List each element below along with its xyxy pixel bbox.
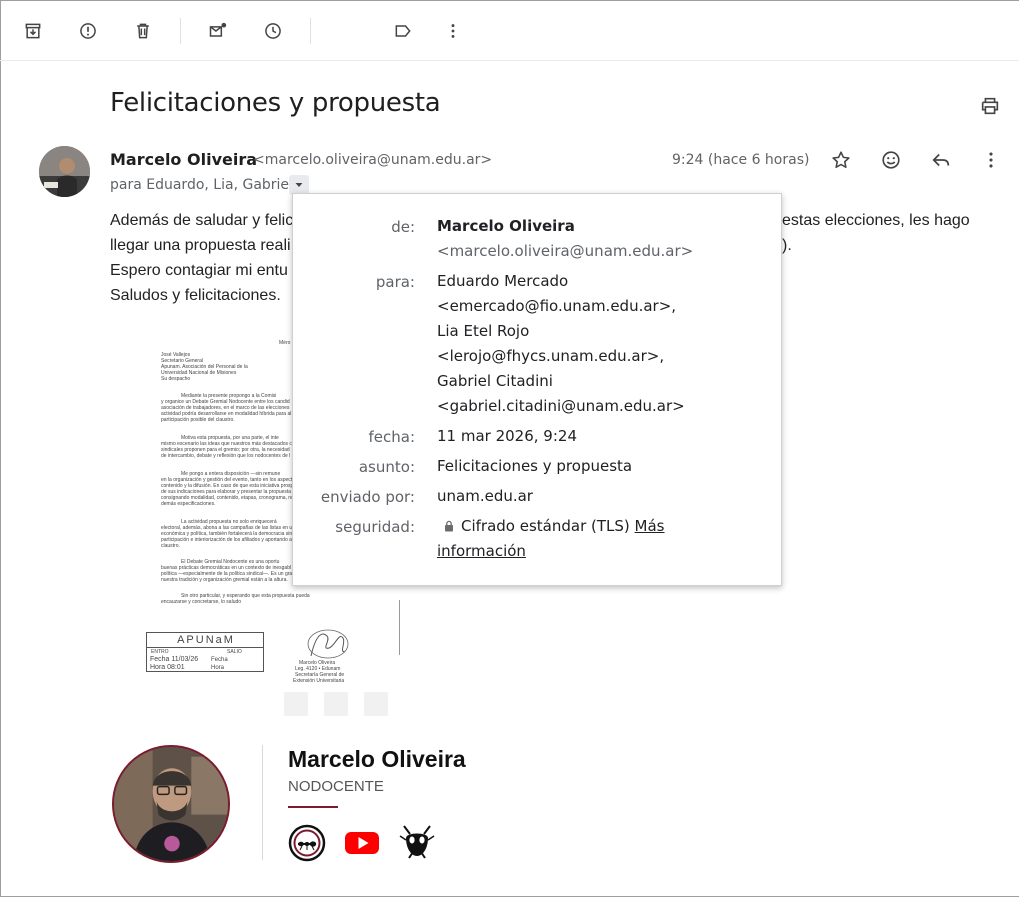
emoji-icon bbox=[882, 151, 900, 169]
signature-accent-rule bbox=[288, 806, 338, 808]
stamp-line: SALIO bbox=[227, 649, 242, 655]
attachment-action-button[interactable] bbox=[284, 692, 308, 716]
letter-line: participación e interiorización de los a… bbox=[161, 537, 292, 543]
archive-icon bbox=[25, 23, 41, 39]
sender-avatar[interactable] bbox=[39, 146, 90, 197]
letter-line: nuestra tradición y organización gremial… bbox=[161, 577, 288, 583]
handwritten-signature-icon bbox=[307, 629, 349, 659]
security-text: Cifrado estándar (TLS) bbox=[461, 517, 630, 535]
archive-button[interactable] bbox=[15, 13, 51, 49]
letter-line: encauzarse y concretarse, lo saludo bbox=[161, 599, 242, 605]
person-photo-icon bbox=[114, 747, 228, 861]
subject-label: asunto: bbox=[358, 458, 415, 476]
attachment-action-button[interactable] bbox=[364, 692, 388, 716]
more-vert-icon bbox=[989, 152, 993, 168]
lock-icon bbox=[445, 520, 453, 532]
recipient-line: Eduardo Mercado bbox=[437, 272, 569, 290]
report-spam-icon bbox=[80, 23, 96, 39]
sender-details-popup: de: Marcelo Oliveira <marcelo.oliveira@u… bbox=[292, 193, 782, 586]
stamp-line: Fecha bbox=[211, 657, 228, 663]
youtube-link[interactable] bbox=[343, 824, 381, 862]
recipient-line: <emercado@fio.unam.edu.ar>, bbox=[437, 297, 677, 315]
star-button[interactable] bbox=[823, 142, 859, 178]
recipient-line: Gabriel Citadini bbox=[437, 372, 553, 390]
person-photo-icon bbox=[39, 146, 90, 197]
attachment-action-button[interactable] bbox=[324, 692, 348, 716]
sender-name[interactable]: Marcelo Oliveira bbox=[110, 150, 257, 169]
more-options-button[interactable] bbox=[435, 13, 471, 49]
react-emoji-button[interactable] bbox=[873, 142, 909, 178]
security-label: seguridad: bbox=[335, 518, 415, 536]
mailed-by-label: enviado por: bbox=[320, 488, 415, 506]
print-icon bbox=[981, 97, 999, 115]
body-line-right: ). bbox=[782, 237, 792, 254]
from-name: Marcelo Oliveira bbox=[437, 217, 575, 235]
stamp-line: ENTRO bbox=[151, 649, 169, 655]
letter-line: claustro. bbox=[161, 543, 180, 549]
show-details-button[interactable] bbox=[289, 175, 309, 195]
stamp-line: Hora bbox=[211, 665, 225, 671]
delete-button[interactable] bbox=[125, 13, 161, 49]
more-info-link[interactable]: Más bbox=[635, 517, 665, 535]
label-icon bbox=[395, 25, 411, 37]
stamp-title: APUNaM bbox=[177, 634, 235, 646]
message-toolbar bbox=[0, 0, 1019, 61]
date-value: 11 mar 2026, 9:24 bbox=[437, 427, 577, 445]
recipient-line: <lerojo@fhycs.unam.edu.ar>, bbox=[437, 347, 665, 365]
sender-email: <marcelo.oliveira@unam.edu.ar> bbox=[253, 152, 493, 168]
mark-unread-icon bbox=[209, 22, 227, 37]
stamp-line: Hora 08:01 bbox=[150, 664, 185, 671]
recipient-line: Lia Etel Rojo bbox=[437, 322, 530, 340]
from-label: de: bbox=[391, 218, 415, 236]
report-spam-button[interactable] bbox=[70, 13, 106, 49]
stamp-line: Fecha 11/03/26 bbox=[150, 656, 199, 663]
print-button[interactable] bbox=[972, 88, 1008, 124]
security-more-info: información bbox=[437, 539, 526, 564]
more-info-link[interactable]: información bbox=[437, 542, 526, 560]
message-body-right: estas elecciones, les hago ). bbox=[782, 208, 970, 258]
date-label: fecha: bbox=[368, 428, 415, 446]
reception-stamp: APUNaM ENTRO SALIO Fecha 11/03/26 Fecha … bbox=[146, 632, 264, 672]
toolbar-divider bbox=[180, 18, 181, 44]
mailed-by-value: unam.edu.ar bbox=[437, 487, 533, 505]
youtube-icon bbox=[345, 832, 379, 854]
message-more-button[interactable] bbox=[973, 142, 1009, 178]
signature-role: NODOCENTE bbox=[288, 778, 384, 795]
reply-button[interactable] bbox=[923, 142, 959, 178]
signature-divider bbox=[262, 745, 263, 860]
delete-icon bbox=[137, 23, 149, 39]
email-subject: Felicitaciones y propuesta bbox=[110, 88, 441, 118]
ant-logo-icon bbox=[288, 824, 326, 862]
signature-name: Marcelo Oliveira bbox=[288, 746, 466, 772]
letter-line: demás especificaciones. bbox=[161, 501, 216, 507]
mark-unread-button[interactable] bbox=[200, 13, 236, 49]
to-label: para: bbox=[375, 273, 415, 291]
more-vert-icon bbox=[451, 24, 455, 38]
snooze-button[interactable] bbox=[255, 13, 291, 49]
security-value: Cifrado estándar (TLS) Más bbox=[437, 514, 665, 539]
toolbar-divider bbox=[310, 18, 311, 44]
ant-logo-link[interactable] bbox=[288, 824, 326, 862]
from-email: <marcelo.oliveira@unam.edu.ar> bbox=[437, 242, 694, 260]
snooze-icon bbox=[265, 23, 281, 39]
letter-line: de intercambio, debate y reflexión que l… bbox=[161, 453, 291, 459]
label-button[interactable] bbox=[385, 13, 421, 49]
letter-line: Su despacho bbox=[161, 376, 191, 382]
signature-photo bbox=[112, 745, 230, 863]
recipients-summary: para Eduardo, Lia, Gabriel bbox=[110, 177, 293, 193]
signature-line: Extensión Universitaria bbox=[293, 678, 345, 684]
caret-down-icon bbox=[295, 183, 303, 187]
star-icon bbox=[832, 151, 850, 169]
ant-head-icon bbox=[399, 825, 435, 859]
subject-value: Felicitaciones y propuesta bbox=[437, 457, 633, 475]
reply-icon bbox=[932, 153, 950, 167]
ant-head-link[interactable] bbox=[398, 824, 436, 862]
message-time: 9:24 (hace 6 horas) bbox=[672, 152, 810, 168]
body-line-right: estas elecciones, les hago bbox=[782, 212, 970, 229]
letter-place: Méro bbox=[279, 340, 291, 346]
letter-line: participación posible del claustro. bbox=[161, 417, 235, 423]
recipient-line: <gabriel.citadini@unam.edu.ar> bbox=[437, 397, 685, 415]
page-edge-line bbox=[399, 600, 400, 655]
